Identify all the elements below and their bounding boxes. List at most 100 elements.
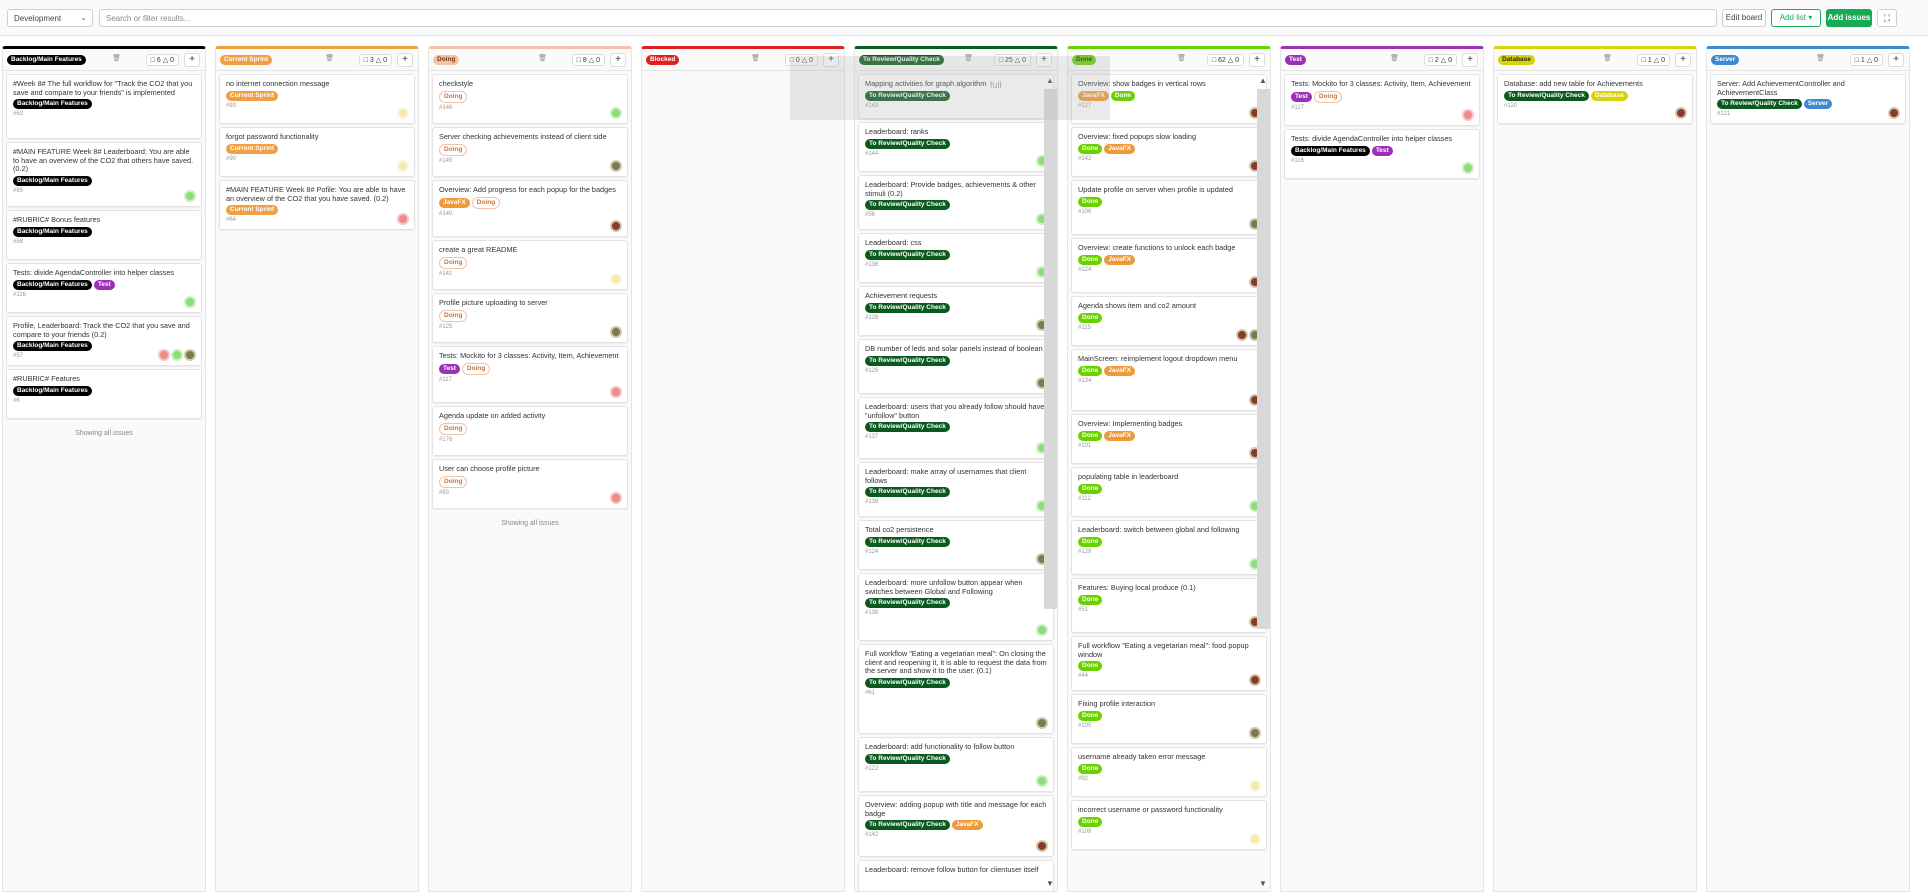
issue-label[interactable]: To Review/Quality Check [865,200,950,210]
issue-label[interactable]: Done [1078,594,1103,605]
issue-label[interactable]: To Review/Quality Check [865,677,950,688]
issue-label[interactable]: Doing [439,143,468,156]
issue-card[interactable]: #RUBRIC# Features Backlog/Main Features #6 [6,369,202,419]
issue-card[interactable]: create a great README Doing #141 [432,240,628,290]
issue-label[interactable]: Doing [439,309,468,322]
trash-icon[interactable]: 🗑 [1390,54,1399,62]
issue-title[interactable]: forgot password functionality [226,132,408,142]
avatar[interactable] [1249,674,1261,686]
issue-card[interactable]: Tests: divide AgendaController into help… [6,263,202,313]
issue-title[interactable]: Tests: divide AgendaController into help… [13,268,195,278]
trash-icon[interactable]: 🗑 [538,54,547,62]
issue-card[interactable]: Leaderboard: add functionality to follow… [858,737,1054,792]
issue-label[interactable]: Database [1590,90,1628,101]
add-issue-button[interactable]: + [610,53,626,67]
issue-card[interactable]: checkstyle Doing #146 [432,74,628,124]
issue-title[interactable]: User can choose profile picture [439,464,621,474]
add-list-button[interactable]: Add list ▾ [1771,9,1821,27]
avatar[interactable] [1462,109,1474,121]
issue-label[interactable]: JavaFX [1104,365,1136,376]
issue-title[interactable]: checkstyle [439,79,621,89]
issue-card[interactable]: Leaderboard: switch between global and f… [1071,520,1267,575]
issue-title[interactable]: populating table in leaderboard [1078,472,1260,482]
issue-label[interactable]: Current Sprint [226,90,279,101]
issue-card[interactable]: Leaderboard: more unfollow button appear… [858,573,1054,641]
issue-card[interactable]: Overview: adding popup with title and me… [858,795,1054,857]
issue-label[interactable]: Current Sprint [226,143,279,154]
issue-label[interactable]: To Review/Quality Check [865,138,950,149]
scrollbar[interactable] [1257,89,1270,629]
issue-card[interactable]: Tests: divide AgendaController into help… [1284,129,1480,179]
scroll-down-icon[interactable]: ▼ [1259,879,1267,888]
issue-card[interactable]: #RUBRIC# Bonus features Backlog/Main Feat… [6,210,202,260]
avatar[interactable] [1249,833,1261,845]
issue-label[interactable]: Doing [461,362,491,375]
issue-title[interactable]: Leaderboard: more unfollow button appear… [865,578,1047,596]
issue-title[interactable]: Leaderboard: add functionality to follow… [865,742,1047,752]
issue-card[interactable]: Achievement requests To Review/Quality Ch… [858,286,1054,336]
avatar[interactable] [158,349,170,361]
issue-label[interactable]: Done [1078,312,1103,323]
issue-label[interactable]: Doing [439,90,468,103]
issue-card[interactable]: Update profile on server when profile is… [1071,180,1267,235]
issue-card[interactable]: #Week 8# The full workflow for "Track th… [6,74,202,139]
avatar[interactable] [610,273,622,285]
issue-label[interactable]: Test [1291,91,1312,102]
issue-card[interactable]: User can choose profile picture Doing #83 [432,459,628,509]
issue-label[interactable]: Done [1078,254,1103,265]
issue-label[interactable]: Done [1078,710,1103,721]
issue-title[interactable]: Fixing profile interaction [1078,699,1260,709]
avatar[interactable] [1236,329,1248,341]
avatar[interactable] [1462,162,1474,174]
issue-title[interactable]: Leaderboard: css [865,238,1047,248]
avatar[interactable] [1036,717,1048,729]
issue-label[interactable]: Doing [1313,90,1343,103]
avatar[interactable] [171,349,183,361]
issue-title[interactable]: Overview: fixed popups slow loading [1078,132,1260,142]
issue-title[interactable]: Leaderboard: remove follow button for cl… [865,865,1047,875]
issue-label[interactable]: Backlog/Main Features [1291,145,1370,156]
avatar[interactable] [1036,775,1048,787]
issue-title[interactable]: Leaderboard: switch between global and f… [1078,525,1260,535]
issue-label[interactable]: Done [1078,483,1103,494]
issue-title[interactable]: Leaderboard: users that you already foll… [865,402,1047,420]
avatar[interactable] [1675,107,1687,119]
avatar[interactable] [610,220,622,232]
issue-title[interactable]: Total co2 persistence [865,525,1047,535]
issue-title[interactable]: #RUBRIC# Features [13,374,195,384]
issue-label[interactable]: JavaFX [1104,254,1136,265]
issue-card[interactable]: Full workflow "Eating a vegetarian meal"… [1071,636,1267,691]
issue-card[interactable]: Leaderboard: ranks To Review/Quality Chec… [858,122,1054,172]
issue-card[interactable]: Fixing profile interaction Done #105 [1071,694,1267,744]
avatar[interactable] [610,107,622,119]
trash-icon[interactable]: 🗑 [1603,54,1612,62]
trash-icon[interactable]: 🗑 [112,54,121,62]
issue-title[interactable]: #MAIN FEATURE Week 8# Leaderboard: You a… [13,147,195,174]
issue-card[interactable]: username already taken error message Done… [1071,747,1267,797]
avatar[interactable] [1036,624,1048,636]
issue-label[interactable]: Done [1078,536,1103,547]
trash-icon[interactable]: 🗑 [325,54,334,62]
issue-title[interactable]: Tests: Mockito for 3 classes: Activity, … [1291,79,1473,89]
issue-card[interactable]: Overview: create functions to unlock eac… [1071,238,1267,293]
issue-title[interactable]: Leaderboard: make array of usernames tha… [865,467,1047,485]
issue-label[interactable]: To Review/Quality Check [865,598,950,608]
avatar[interactable] [1888,107,1900,119]
issue-label[interactable]: To Review/Quality Check [865,355,950,366]
issue-card[interactable]: Leaderboard: css To Review/Quality Check #… [858,233,1054,283]
issue-card[interactable]: Database: add new table for Achievements… [1497,74,1693,124]
issue-label[interactable]: Doing [439,475,468,488]
issue-label[interactable]: Backlog/Main Features [13,99,92,109]
issue-card[interactable]: Leaderboard: users that you already foll… [858,397,1054,459]
issue-title[interactable]: Server checking achievements instead of … [439,132,621,142]
issue-label[interactable]: To Review/Quality Check [865,753,950,764]
issue-title[interactable]: Overview: Add progress for each popup fo… [439,185,621,195]
issue-title[interactable]: Profile picture uploading to server [439,298,621,308]
add-issue-button[interactable]: + [397,53,413,67]
issue-title[interactable]: DB number of leds and solar panels inste… [865,344,1047,354]
issue-label[interactable]: To Review/Quality Check [865,820,950,830]
trash-icon[interactable]: 🗑 [1816,54,1825,62]
issue-card[interactable]: Agenda shows item and co2 amount Done #115 [1071,296,1267,346]
issue-title[interactable]: create a great README [439,245,621,255]
issue-card[interactable]: Agenda update on added activity Doing #176 [432,406,628,456]
